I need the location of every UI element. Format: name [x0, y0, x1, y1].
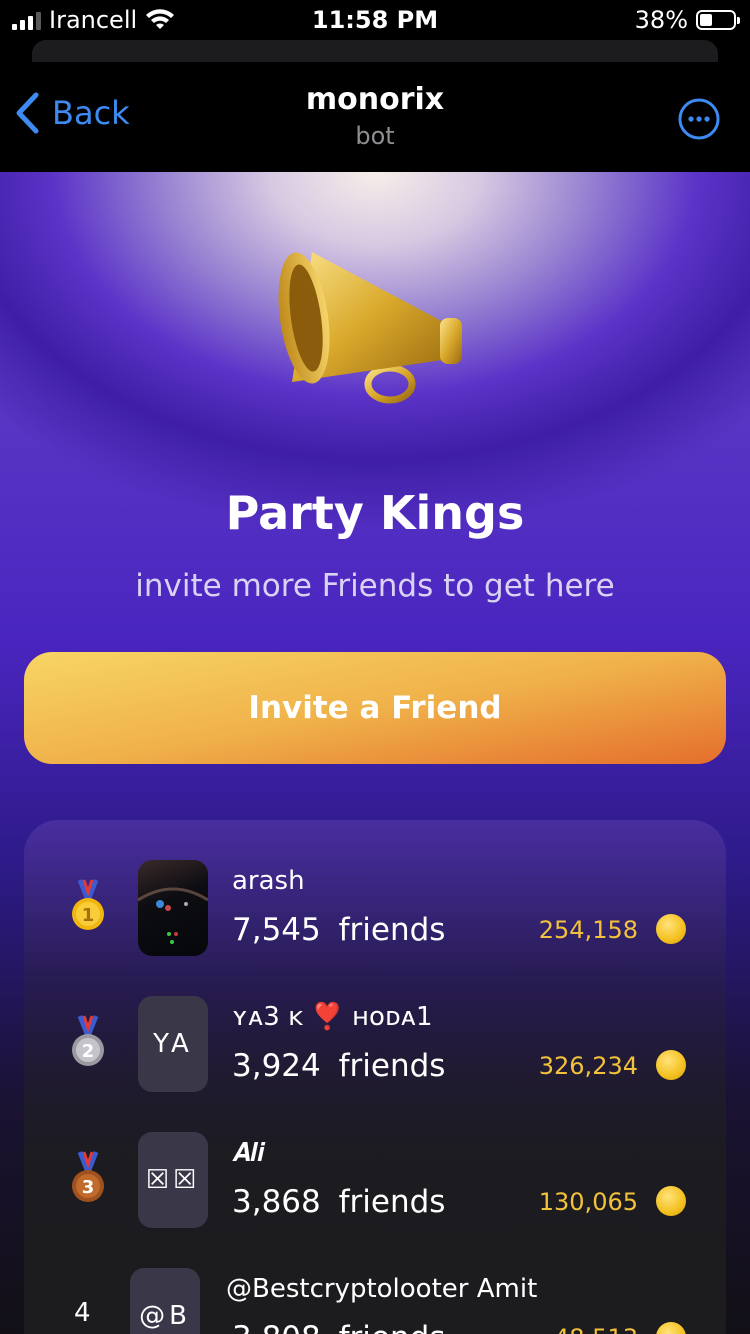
avatar-photo [138, 887, 208, 944]
medal-rank: 1 [82, 905, 95, 926]
user-name: arash [232, 866, 305, 896]
invite-friend-button[interactable]: Invite a Friend [24, 652, 726, 764]
avatar[interactable] [138, 860, 208, 956]
battery-percent: 38% [634, 6, 688, 34]
friends-count: 3,868 friends [232, 1184, 445, 1220]
app-screen: Irancell 11:58 PM 38% Back monorix bot P… [0, 0, 750, 1334]
medal-rank: 3 [82, 1177, 95, 1198]
coin-amount: 48,513 [554, 1324, 638, 1334]
avatar[interactable]: YA [138, 996, 208, 1092]
user-name: ʏᴀ3 ᴋ ❣️ ʜᴏᴅᴀ1 [232, 1002, 433, 1032]
friends-number: 7,545 [232, 912, 321, 948]
leaderboard-row[interactable]: 2 YA ʏᴀ3 ᴋ ❣️ ʜᴏᴅᴀ1 3,924 friends 326,23… [24, 996, 726, 1106]
hero-title: Party Kings [225, 486, 525, 540]
avatar[interactable]: @B [130, 1268, 200, 1334]
friends-label: friends [338, 1048, 446, 1084]
friends-number: 3,808 [232, 1320, 321, 1334]
leaderboard-row[interactable]: 1 arash 7,545 friends 254,158 [24, 860, 726, 970]
friends-number: 3,868 [232, 1184, 321, 1220]
megaphone-icon [278, 252, 462, 404]
gold-medal-icon: 1 [72, 879, 104, 930]
coin-amount: 254,158 [538, 916, 638, 944]
user-name: @Bestcryptolooter Amit [226, 1274, 538, 1304]
friends-number: 3,924 [232, 1048, 321, 1084]
avatar[interactable]: ☒☒ [138, 1132, 208, 1228]
bronze-medal-icon: 3 [72, 1151, 104, 1202]
friends-count: 3,808 friends [232, 1320, 445, 1334]
coin-icon [656, 914, 686, 944]
leaderboard: 1 arash 7,545 friends 254,158 2 YA ʏᴀ3 ᴋ… [24, 820, 726, 1334]
silver-medal-icon: 2 [72, 1015, 104, 1066]
coin-amount: 130,065 [538, 1188, 638, 1216]
leaderboard-row[interactable]: 3 ☒☒ 𝑨𝒍𝒊 3,868 friends 130,065 [24, 1132, 726, 1242]
friends-count: 7,545 friends [232, 912, 445, 948]
battery-fill [700, 14, 712, 26]
sheet-top-edge [32, 40, 718, 62]
coin-icon [656, 1186, 686, 1216]
hero-section: Party Kings invite more Friends to get h… [0, 172, 750, 1334]
status-bar: Irancell 11:58 PM 38% [0, 0, 750, 40]
friends-label: friends [338, 912, 446, 948]
rank-number: 4 [74, 1298, 91, 1328]
status-right: 38% [634, 6, 740, 34]
navigation-bar: Back monorix bot [0, 62, 750, 172]
friends-label: friends [339, 1320, 446, 1334]
page-title: monorix [305, 82, 445, 117]
coin-amount: 326,234 [538, 1052, 638, 1080]
hero-subtitle: invite more Friends to get here [135, 568, 615, 604]
leaderboard-row[interactable]: 4 @B @Bestcryptolooter Amit 3,808 friend… [24, 1268, 726, 1334]
coin-icon [656, 1050, 686, 1080]
ellipsis-circle-icon[interactable] [678, 98, 720, 140]
user-name: 𝑨𝒍𝒊 [232, 1138, 265, 1168]
page-subtitle: bot [355, 122, 395, 150]
coin-icon [656, 1322, 686, 1334]
battery-icon [696, 10, 740, 30]
friends-label: friends [338, 1184, 446, 1220]
medal-rank: 2 [82, 1041, 95, 1062]
friends-count: 3,924 friends [232, 1048, 445, 1084]
